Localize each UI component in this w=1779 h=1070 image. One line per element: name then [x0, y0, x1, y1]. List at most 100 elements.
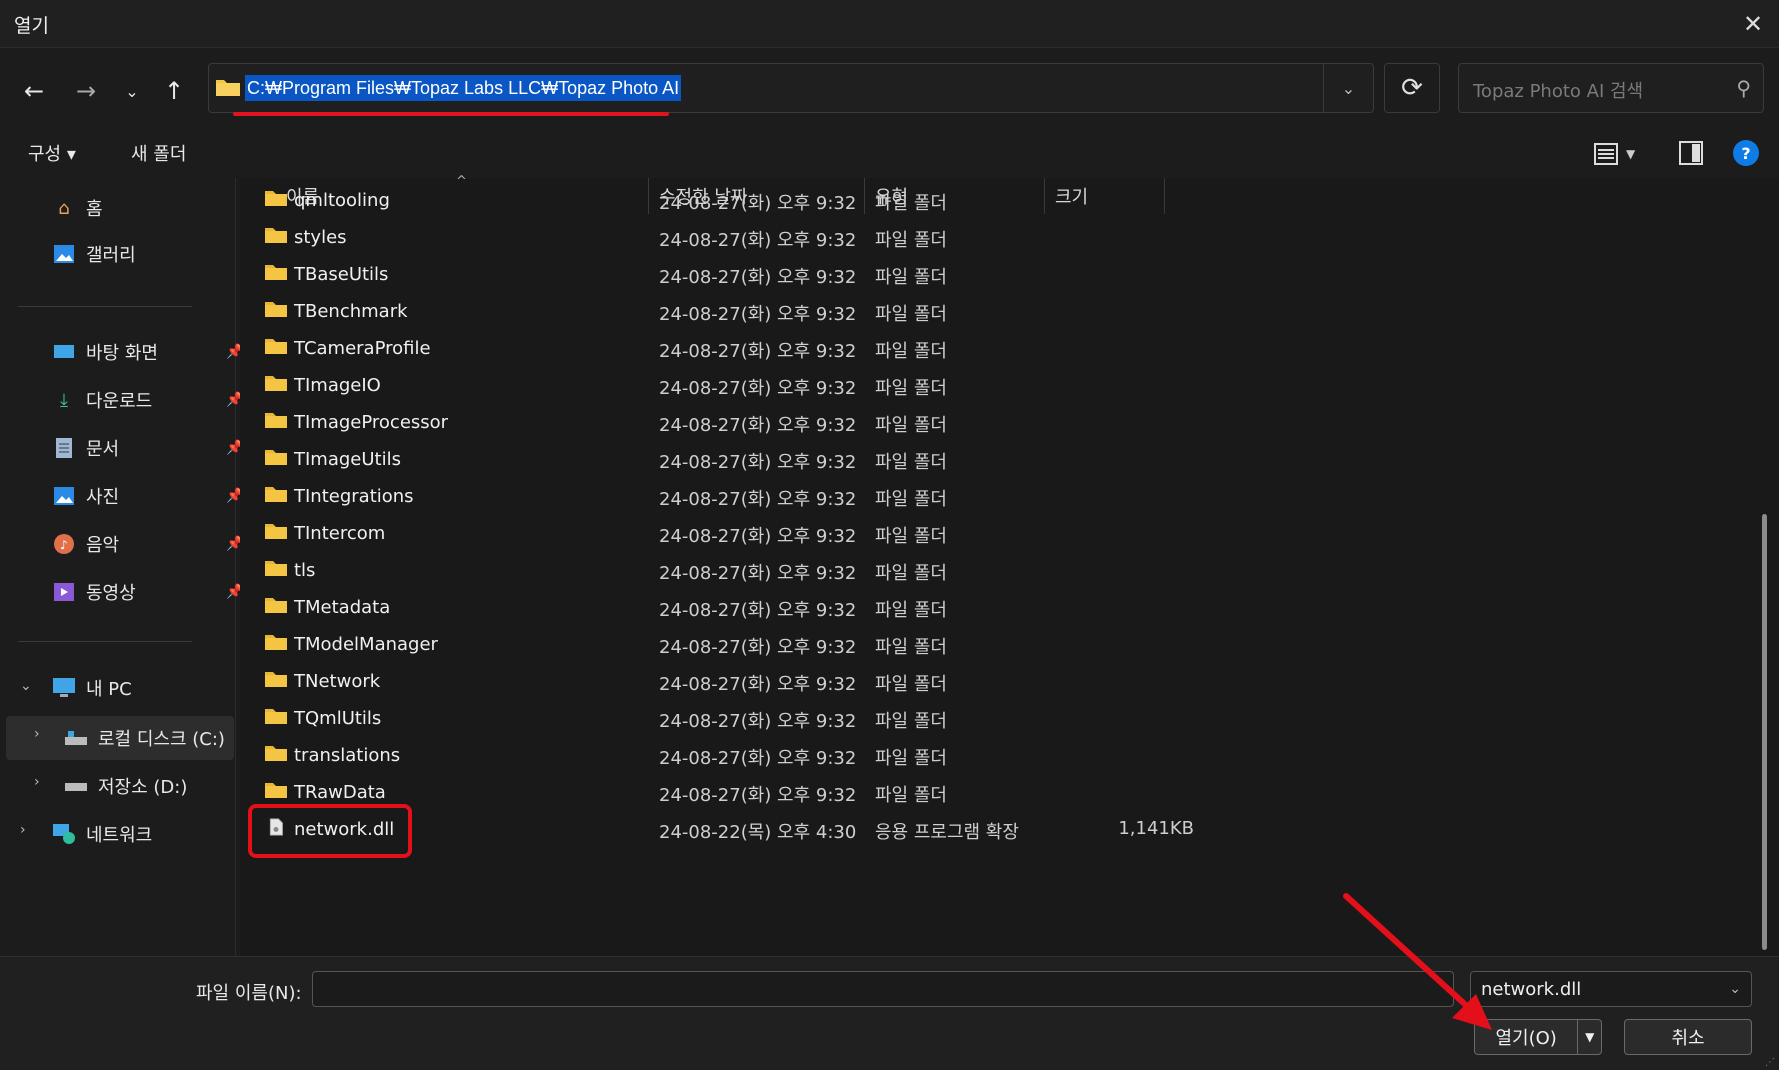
file-row[interactable]: TNetwork 24-08-27(화) 오후 9:32 파일 폴더 [240, 661, 1540, 703]
filetype-select[interactable]: network.dll ⌄ [1470, 971, 1752, 1007]
file-name-label: TIntercom [294, 523, 386, 544]
command-bar: 구성 ▾ 새 폴더 ▼ ? [0, 130, 1779, 178]
file-name[interactable]: TQmlUtils [264, 707, 381, 730]
vertical-scrollbar[interactable] [1762, 514, 1767, 950]
file-date: 24-08-27(화) 오후 9:32 [659, 267, 857, 288]
organize-button[interactable]: 구성 ▾ [28, 140, 76, 166]
sidebar-item-home[interactable]: ⌂ 홈 [52, 188, 102, 228]
file-date: 24-08-27(화) 오후 9:32 [659, 193, 857, 214]
file-name[interactable]: TIntegrations [264, 485, 414, 508]
forward-arrow-icon[interactable]: → [66, 71, 106, 111]
recent-locations-chevron-icon[interactable]: ⌄ [112, 71, 152, 111]
file-name[interactable]: network.dll [264, 818, 394, 841]
sidebar-item-network[interactable]: 네트워크 [52, 814, 152, 854]
file-row[interactable]: styles 24-08-27(화) 오후 9:32 파일 폴더 [240, 217, 1540, 259]
file-type: 파일 폴더 [875, 600, 947, 621]
expand-chevron-icon[interactable]: › [34, 774, 40, 790]
file-name[interactable]: TIntercom [264, 522, 385, 545]
file-name[interactable]: TModelManager [264, 633, 438, 656]
file-name[interactable]: TBenchmark [264, 300, 408, 323]
file-type: 파일 폴더 [875, 526, 947, 547]
expand-chevron-icon[interactable]: › [20, 822, 26, 838]
file-name[interactable]: qmltooling [264, 189, 390, 212]
file-date: 24-08-27(화) 오후 9:32 [659, 785, 857, 806]
svg-text:♪: ♪ [60, 538, 68, 552]
sidebar-item-this-pc[interactable]: 내 PC [52, 668, 132, 708]
sidebar-item-gallery[interactable]: 갤러리 [52, 234, 136, 274]
file-row[interactable]: TImageUtils 24-08-27(화) 오후 9:32 파일 폴더 [240, 439, 1540, 481]
file-row[interactable]: TIntegrations 24-08-27(화) 오후 9:32 파일 폴더 [240, 476, 1540, 518]
file-name[interactable]: translations [264, 744, 400, 767]
document-icon [52, 436, 76, 460]
search-box[interactable]: Topaz Photo AI 검색 ⚲ [1458, 63, 1764, 113]
file-row[interactable]: network.dll 24-08-22(목) 오후 4:30 응용 프로그램 확장… [240, 804, 1540, 858]
address-path[interactable]: C:₩Program Files₩Topaz Labs LLC₩Topaz Ph… [245, 75, 682, 101]
sidebar-item-downloads[interactable]: ⤓ 다운로드 📌 [52, 380, 243, 420]
file-name-label: TMetadata [294, 597, 391, 618]
filename-label: 파일 이름(N): [196, 983, 302, 1004]
filename-input[interactable] [312, 971, 1454, 1007]
file-type: 파일 폴더 [875, 267, 947, 288]
file-name-label: TImageIO [294, 375, 381, 396]
gallery-icon [52, 242, 76, 266]
file-name-label: network.dll [294, 819, 395, 840]
resize-grip-icon[interactable]: ⋰ [1765, 1057, 1775, 1068]
file-name[interactable]: TImageIO [264, 374, 381, 397]
file-row[interactable]: TImageProcessor 24-08-27(화) 오후 9:32 파일 폴더 [240, 402, 1540, 444]
file-row[interactable]: translations 24-08-27(화) 오후 9:32 파일 폴더 [240, 735, 1540, 777]
file-name-label: TIntegrations [294, 486, 414, 507]
file-row[interactable]: tls 24-08-27(화) 오후 9:32 파일 폴더 [240, 550, 1540, 592]
sidebar-item-desktop[interactable]: 바탕 화면 📌 [52, 332, 243, 372]
back-arrow-icon[interactable]: ← [14, 71, 54, 111]
dialog-footer: 파일 이름(N): network.dll ⌄ 열기(O) ▼ 취소 ⋰ [0, 956, 1779, 1070]
sidebar-item-pictures[interactable]: 사진 📌 [52, 476, 243, 516]
file-name-label: TQmlUtils [294, 708, 382, 729]
sidebar-item-label: 다운로드 [86, 391, 153, 412]
drive-icon [64, 726, 88, 750]
file-row[interactable]: TCameraProfile 24-08-27(화) 오후 9:32 파일 폴더 [240, 328, 1540, 370]
file-row[interactable]: TBenchmark 24-08-27(화) 오후 9:32 파일 폴더 [240, 291, 1540, 333]
file-name[interactable]: TBaseUtils [264, 263, 388, 286]
open-button[interactable]: 열기(O) ▼ [1474, 1019, 1602, 1055]
file-row[interactable]: qmltooling 24-08-27(화) 오후 9:32 파일 폴더 [240, 180, 1540, 222]
help-icon[interactable]: ? [1733, 140, 1759, 166]
file-name[interactable]: TCameraProfile [264, 337, 431, 360]
sidebar-item-documents[interactable]: 문서 📌 [52, 428, 243, 468]
address-bar[interactable]: C:₩Program Files₩Topaz Labs LLC₩Topaz Ph… [208, 63, 1374, 116]
file-name[interactable]: TImageUtils [264, 448, 401, 471]
up-arrow-icon[interactable]: ↑ [154, 71, 194, 111]
close-icon[interactable]: ✕ [1735, 6, 1771, 42]
cancel-button[interactable]: 취소 [1624, 1019, 1752, 1055]
file-name-label: tls [294, 560, 316, 581]
sidebar-item-storage[interactable]: 저장소 (D:) [64, 766, 187, 806]
new-folder-button[interactable]: 새 폴더 [131, 140, 186, 166]
file-date: 24-08-27(화) 오후 9:32 [659, 415, 857, 436]
address-dropdown-icon[interactable]: ⌄ [1323, 64, 1373, 112]
file-name[interactable]: TRawData [264, 781, 386, 804]
file-name[interactable]: tls [264, 559, 315, 582]
sidebar-item-local-disk[interactable]: 로컬 디스크 (C:) [64, 718, 225, 758]
file-row[interactable]: TIntercom 24-08-27(화) 오후 9:32 파일 폴더 [240, 513, 1540, 555]
file-type: 파일 폴더 [875, 785, 947, 806]
file-row[interactable]: TBaseUtils 24-08-27(화) 오후 9:32 파일 폴더 [240, 254, 1540, 296]
sidebar-item-music[interactable]: ♪ 음악 📌 [52, 524, 243, 564]
expand-chevron-icon[interactable]: ⌄ [20, 678, 32, 694]
file-row[interactable]: TImageIO 24-08-27(화) 오후 9:32 파일 폴더 [240, 365, 1540, 407]
file-row[interactable]: TRawData 24-08-27(화) 오후 9:32 파일 폴더 [240, 772, 1540, 814]
file-row[interactable]: TModelManager 24-08-27(화) 오후 9:32 파일 폴더 [240, 624, 1540, 666]
preview-pane-icon[interactable] [1678, 140, 1704, 166]
open-dropdown-icon[interactable]: ▼ [1577, 1020, 1601, 1054]
file-name[interactable]: TNetwork [264, 670, 380, 693]
file-date: 24-08-27(화) 오후 9:32 [659, 600, 857, 621]
file-name[interactable]: styles [264, 226, 347, 249]
file-row[interactable]: TMetadata 24-08-27(화) 오후 9:32 파일 폴더 [240, 587, 1540, 629]
file-row[interactable]: TQmlUtils 24-08-27(화) 오후 9:32 파일 폴더 [240, 698, 1540, 740]
expand-chevron-icon[interactable]: › [34, 726, 40, 742]
folder-icon [264, 596, 294, 619]
sidebar-item-videos[interactable]: 동영상 📌 [52, 572, 243, 612]
view-options-button[interactable]: ▼ [1594, 140, 1644, 168]
refresh-icon[interactable]: ⟳ [1384, 63, 1440, 113]
navigation-bar: ← → ⌄ ↑ C:₩Program Files₩Topaz Labs LLC₩… [0, 49, 1779, 129]
file-name[interactable]: TImageProcessor [264, 411, 448, 434]
file-name[interactable]: TMetadata [264, 596, 390, 619]
